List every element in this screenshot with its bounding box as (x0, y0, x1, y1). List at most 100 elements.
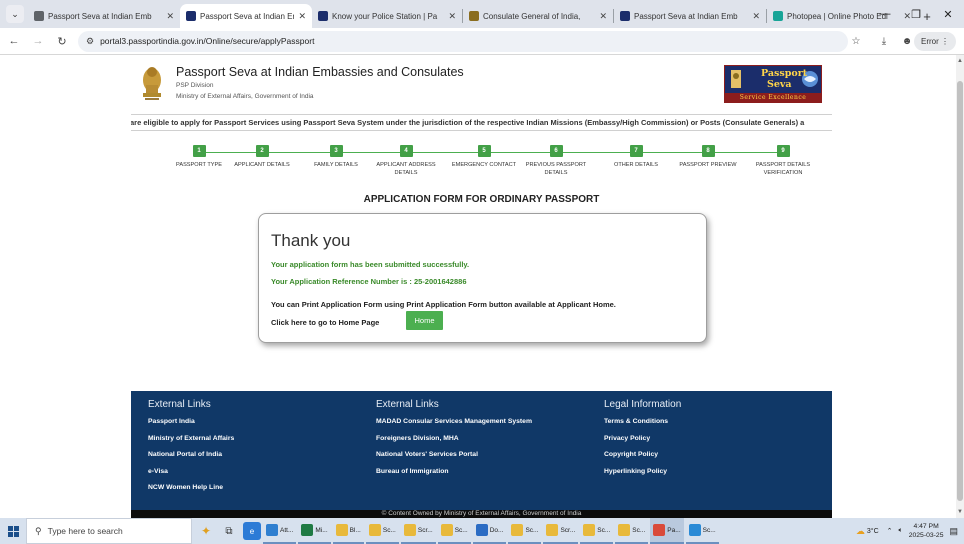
footer-link-madad[interactable]: MADAD Consular Services Management Syste… (376, 418, 532, 435)
footer-heading: External Links (148, 399, 211, 410)
footer-link-ncw[interactable]: NCW Women Help Line (148, 484, 234, 501)
footer-link-evisa[interactable]: e-Visa (148, 468, 234, 485)
footer-link-nvsp[interactable]: National Voters' Services Portal (376, 451, 532, 468)
step-number: 2 (255, 145, 269, 157)
progress-steps: 1 PASSPORT TYPE 2 APPLICANT DETAILS 3 FAMILY … (159, 145, 819, 185)
home-prompt: Click here to go to Home Page (271, 318, 380, 327)
notifications-icon[interactable]: ▤ (949, 526, 958, 537)
browser-tab[interactable]: Passport Seva at Indian Emb ✕ (614, 4, 766, 28)
photopea-favicon (773, 11, 783, 21)
browser-tab[interactable]: Passport Seva at Indian Emb ✕ (28, 4, 180, 28)
back-icon[interactable]: ← (4, 31, 24, 51)
temperature[interactable]: 3°C (867, 528, 879, 535)
taskbar-app[interactable]: Sc... (437, 518, 471, 544)
weather-sparkle-icon[interactable]: ✦ (197, 522, 215, 540)
dialog-heading: Thank you (271, 231, 351, 250)
tab-close-icon[interactable]: ✕ (298, 11, 306, 22)
search-placeholder: Type here to search (47, 526, 123, 536)
site-division: PSP Division (176, 82, 214, 89)
confirmation-dialog: Thank you Your application form has been… (258, 213, 707, 343)
passport-seva-logo[interactable]: Passport Seva Service Excellence (724, 65, 822, 103)
footer-link-passport-india[interactable]: Passport India (148, 418, 234, 435)
reload-icon[interactable]: ↻ (52, 31, 72, 51)
tab-title: Know your Police Station | Pa (332, 11, 438, 21)
profile-icon[interactable]: ☻ (899, 31, 915, 52)
taskbar-app[interactable]: Mi... (298, 518, 331, 544)
step-item: 3 FAMILY DETAILS (296, 145, 376, 170)
footer-link-copyright[interactable]: Copyright Policy (604, 451, 681, 468)
taskbar-app[interactable]: Sc... (685, 518, 719, 544)
footer-link-national-portal[interactable]: National Portal of India (148, 451, 234, 468)
volume-icon[interactable]: 🔈︎ (899, 527, 903, 535)
screen: ⌄ Passport Seva at Indian Emb ✕ Passport S… (0, 0, 964, 544)
tray-chevron-icon[interactable]: ⌃ (887, 527, 893, 535)
browser-tab[interactable]: Passport Seva at Indian Emb ✕ (180, 4, 312, 28)
step-label: APPLICANT ADDRESS DETAILS (376, 162, 436, 176)
emblem-favicon (469, 11, 479, 21)
national-emblem-icon (143, 67, 161, 100)
tab-title: Passport Seva at Indian Emb (634, 11, 738, 21)
profile-error-button[interactable]: Error ⋮ (913, 32, 956, 51)
footer-link-hyperlinking[interactable]: Hyperlinking Policy (604, 468, 681, 485)
browser-tab[interactable]: Consulate General of India, ✕ (463, 4, 613, 28)
close-window-icon[interactable]: ✕ (932, 0, 964, 28)
taskbar-app[interactable]: Att... (263, 518, 297, 544)
tab-close-icon[interactable]: ✕ (752, 11, 760, 22)
windows-icon (7, 525, 19, 537)
chrome-icon (266, 524, 278, 536)
footer-col-external-links-2: External Links MADAD Consular Services M… (376, 399, 532, 484)
footer-link-foreigners-division[interactable]: Foreigners Division, MHA (376, 435, 532, 452)
copyright-bar: © Content Owned by Ministry of External … (131, 510, 832, 518)
reference-number: Your Application Reference Number is : 2… (271, 277, 467, 286)
taskbar-app[interactable]: Pa... (650, 518, 684, 544)
taskbar-search[interactable]: ⚲ Type here to search (26, 518, 192, 544)
forward-icon[interactable]: → (28, 31, 48, 51)
taskbar-app[interactable]: Scr... (400, 518, 436, 544)
taskbar-app-label: Sc... (382, 526, 396, 534)
snip-icon (688, 524, 701, 536)
taskbar-app[interactable]: Sc... (508, 518, 542, 544)
clock[interactable]: 4:47 PM 2025-03-25 (909, 522, 944, 540)
step-label: EMERGENCY CONTACT (451, 162, 517, 168)
taskbar-app-label: Do... (489, 526, 504, 534)
downloads-icon[interactable]: ⤓ (876, 31, 892, 52)
error-label: Error (920, 37, 939, 46)
tab-close-icon[interactable]: ✕ (166, 11, 174, 22)
scroll-up-icon[interactable]: ▲ (956, 57, 964, 65)
site-info-icon[interactable]: ⚙ (86, 36, 94, 47)
restore-icon[interactable]: ❐ (900, 0, 932, 28)
page-scrollbar[interactable]: ▲ ▼ (956, 55, 964, 518)
task-view-icon[interactable]: ⧉ (220, 522, 238, 540)
taskbar-app-label: Bl... (349, 526, 361, 534)
minimize-icon[interactable]: — (869, 0, 901, 28)
scroll-thumb[interactable] (957, 81, 963, 501)
taskbar-app[interactable]: Sc... (615, 518, 649, 544)
tab-list: Passport Seva at Indian Emb ✕ Passport Sev… (28, 4, 917, 28)
browser-tab[interactable]: Know your Police Station | Pa ✕ (312, 4, 462, 28)
taskbar-app[interactable]: Scr... (543, 518, 579, 544)
tab-close-icon[interactable]: ✕ (448, 11, 456, 22)
footer-link-terms[interactable]: Terms & Conditions (604, 418, 681, 435)
footer-link-mea[interactable]: Ministry of External Affairs (148, 435, 234, 452)
taskbar-app[interactable]: Sc... (365, 518, 399, 544)
scroll-down-icon[interactable]: ▼ (956, 508, 964, 516)
home-button[interactable]: Home (406, 311, 443, 330)
footer-heading: External Links (376, 399, 439, 410)
download-icon (475, 524, 488, 536)
tab-close-icon[interactable]: ✕ (599, 11, 607, 22)
taskbar-app[interactable]: Do... (472, 518, 507, 544)
weather-cloud-icon[interactable]: ☁ (856, 526, 865, 537)
address-bar[interactable]: ⚙ portal3.passportindia.gov.in/Online/se… (78, 30, 848, 52)
edge-icon[interactable]: e (243, 522, 261, 540)
step-item: 7 OTHER DETAILS (596, 145, 676, 170)
bookmark-star-icon[interactable]: ☆ (848, 31, 864, 52)
tab-search-icon[interactable]: ⌄ (6, 5, 24, 23)
site-ministry: Ministry of External Affairs, Government… (176, 93, 314, 100)
start-button[interactable] (0, 518, 26, 544)
taskbar-app[interactable]: Sc... (580, 518, 614, 544)
taskbar-app[interactable]: Bl... (332, 518, 364, 544)
announcement-marquee: are eligible to apply for Passport Servi… (131, 114, 832, 131)
footer-link-privacy[interactable]: Privacy Policy (604, 435, 681, 452)
footer-link-immigration[interactable]: Bureau of Immigration (376, 468, 532, 485)
tab-strip: ⌄ Passport Seva at Indian Emb ✕ Passport S… (0, 0, 964, 28)
